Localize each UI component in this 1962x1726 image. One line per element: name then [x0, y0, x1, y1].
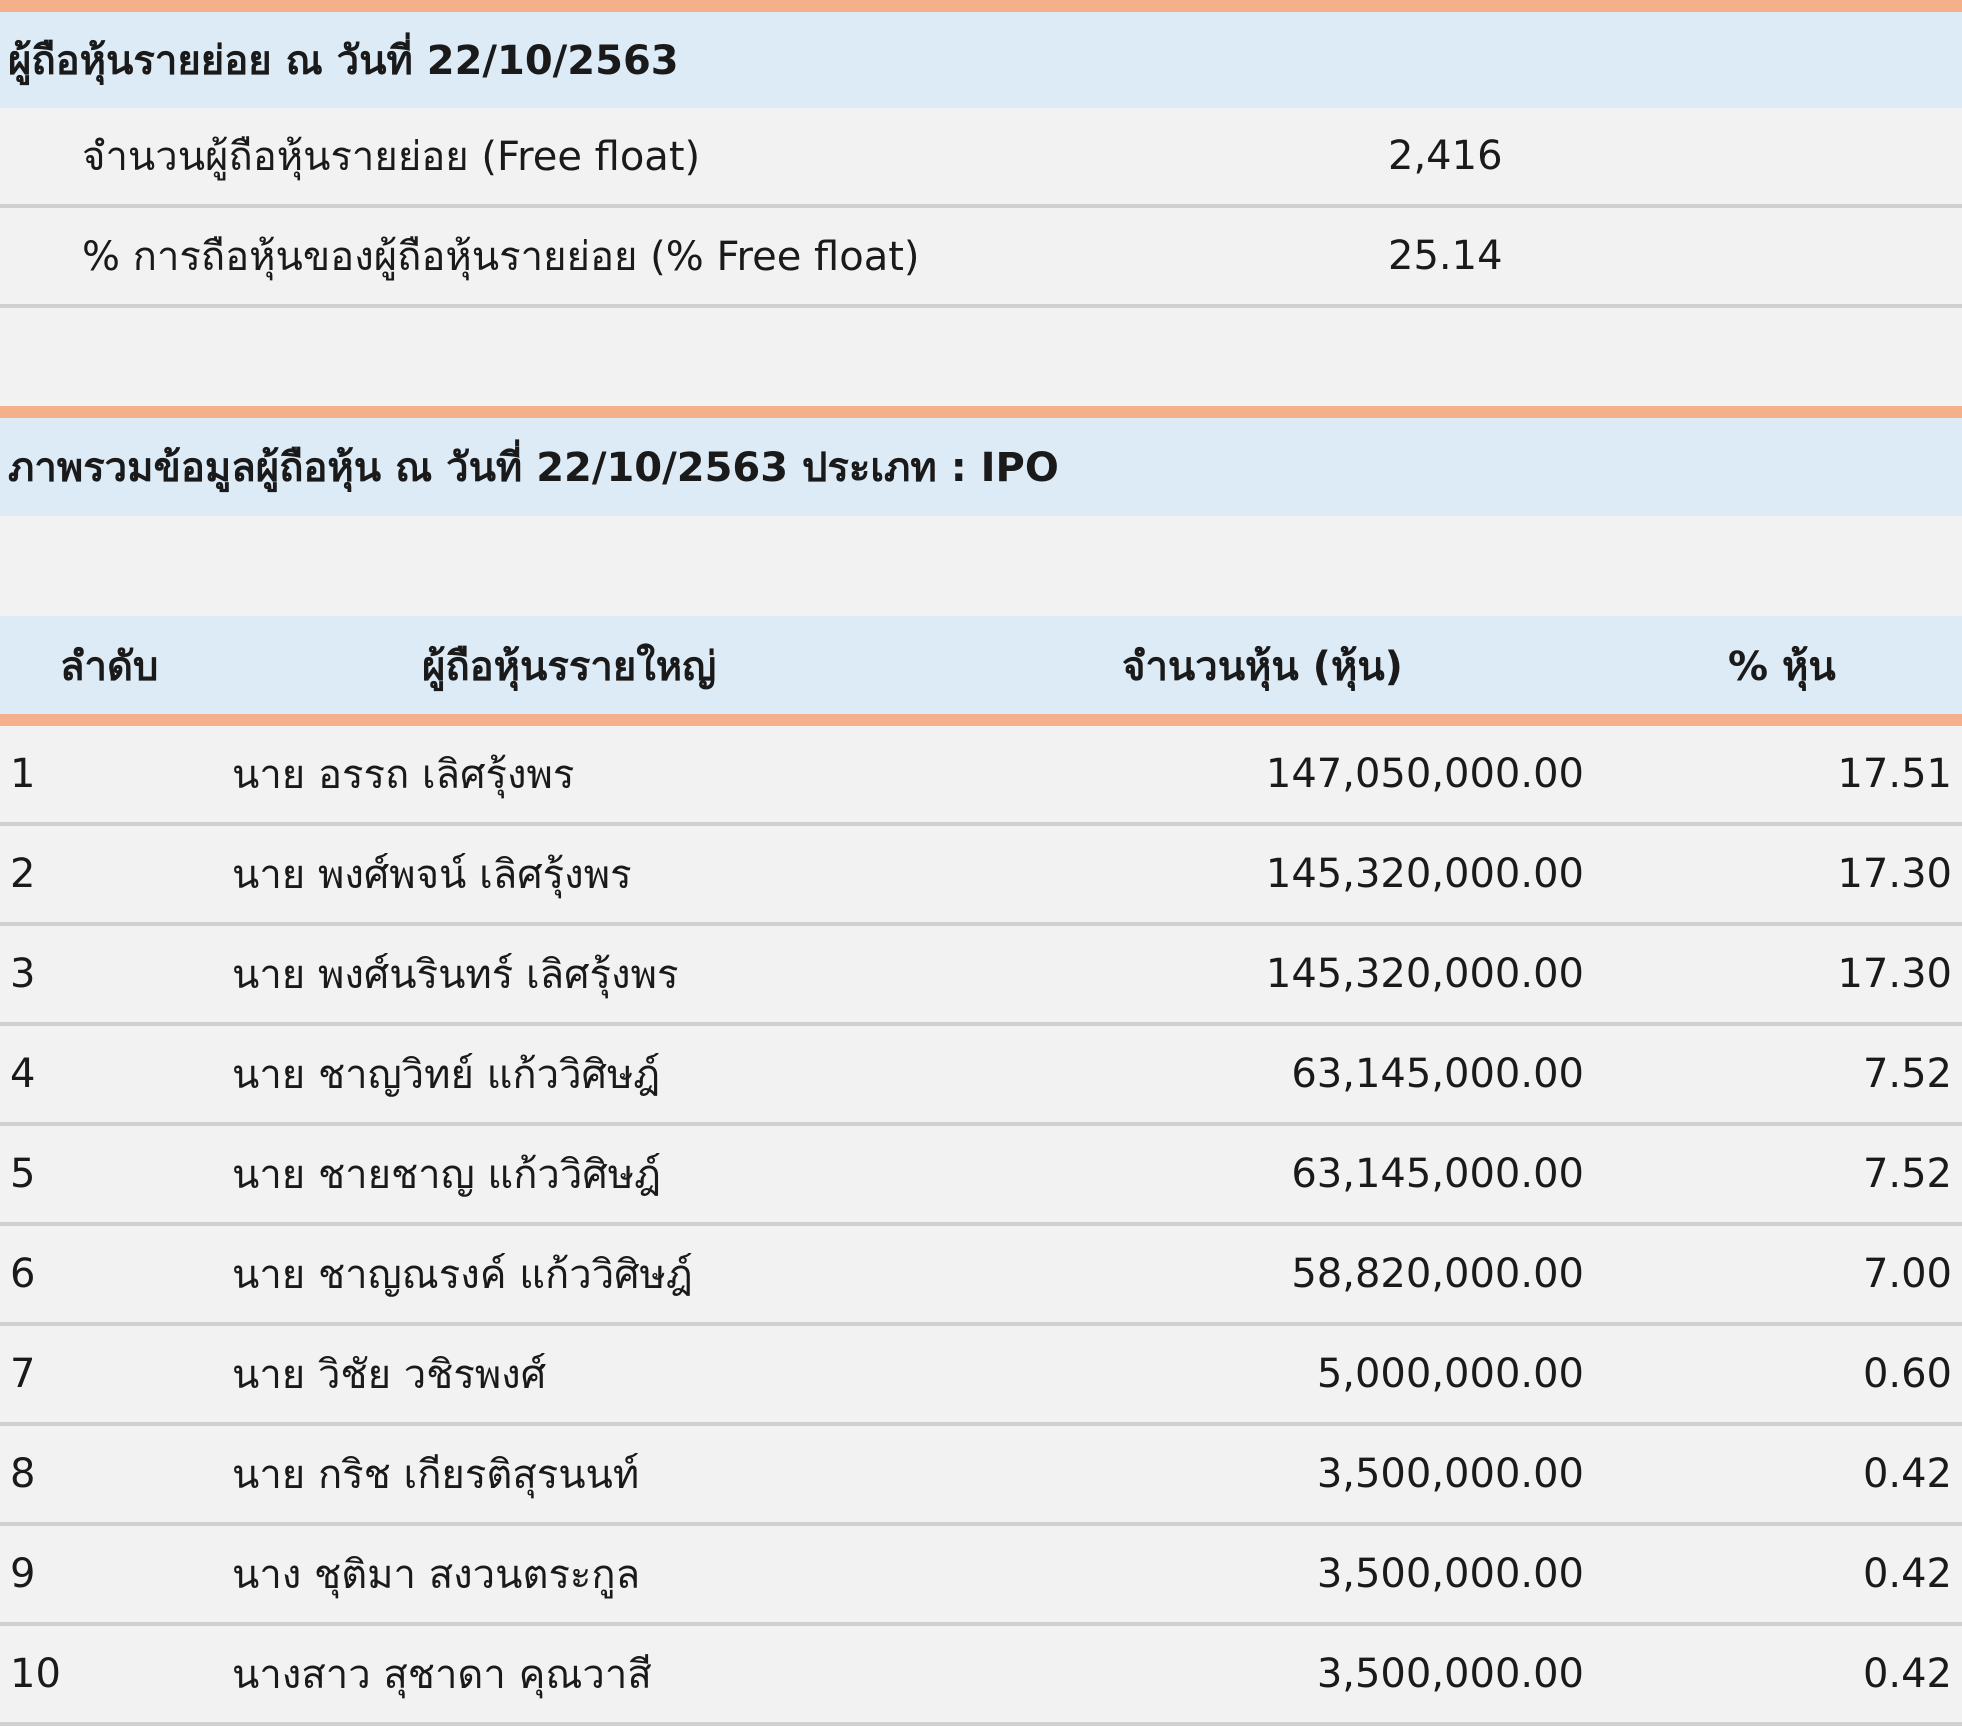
free-float-percent-row: % การถือหุ้นของผู้ถือหุ้นรายย่อย (% Free… [0, 208, 1962, 308]
row-rank: 9 [10, 1551, 36, 1597]
row-shareholder-name: นาย อรรถ เลิศรุ้งพร [232, 752, 575, 798]
header-percent: % หุ้น [1728, 644, 1836, 690]
row-rank: 4 [10, 1051, 36, 1097]
row-share-percent: 17.30 [1837, 851, 1952, 897]
free-float-percent-value: 25.14 [1388, 233, 1503, 279]
table-row: 2 นาย พงศ์พจน์ เลิศรุ้งพร 145,320,000.00 17… [0, 826, 1962, 926]
free-float-count-label: จำนวนผู้ถือหุ้นรายย่อย (Free float) [82, 134, 701, 180]
row-rank: 7 [10, 1351, 36, 1397]
row-shareholder-name: นาย ชาญวิทย์ แก้ววิศิษฎ์ [232, 1052, 661, 1098]
row-shareholder-name: นาย พงศ์พจน์ เลิศรุ้งพร [232, 852, 632, 898]
row-rank: 10 [10, 1651, 61, 1697]
row-shareholder-name: นาย ชาญณรงค์ แก้ววิศิษฎ์ [232, 1252, 693, 1298]
row-share-count: 63,145,000.00 [1291, 1051, 1584, 1097]
row-share-percent: 7.00 [1862, 1251, 1952, 1297]
row-share-count: 63,145,000.00 [1291, 1151, 1584, 1197]
table-header-accent-line [0, 714, 1962, 726]
table-row: 6 นาย ชาญณรงค์ แก้ววิศิษฎ์ 58,820,000.00 7.… [0, 1226, 1962, 1326]
row-share-count: 5,000,000.00 [1316, 1351, 1584, 1397]
table-row: 1 นาย อรรถ เลิศรุ้งพร 147,050,000.00 17.51 [0, 726, 1962, 826]
row-share-count: 147,050,000.00 [1265, 751, 1584, 797]
shareholder-table-header: ลำดับ ผู้ถือหุ้นรรายใหญ่ จำนวนหุ้น (หุ้น… [0, 616, 1962, 716]
header-rank: ลำดับ [60, 644, 159, 690]
row-share-percent: 17.30 [1837, 951, 1952, 997]
row-share-percent: 0.42 [1862, 1651, 1952, 1697]
row-rank: 3 [10, 951, 36, 997]
shareholder-table-body: 1 นาย อรรถ เลิศรุ้งพร 147,050,000.00 17.51 2… [0, 726, 1962, 1726]
row-share-percent: 7.52 [1862, 1051, 1952, 1097]
row-shareholder-name: นาย พงศ์นรินทร์ เลิศรุ้งพร [232, 952, 679, 998]
row-share-percent: 7.52 [1862, 1151, 1952, 1197]
row-shareholder-name: นางสาว สุชาดา คุณวาสี [232, 1652, 652, 1698]
row-rank: 5 [10, 1151, 36, 1197]
row-share-count: 3,500,000.00 [1316, 1651, 1584, 1697]
row-shareholder-name: นาย ชายชาญ แก้ววิศิษฎ์ [232, 1152, 661, 1198]
top-accent-line [0, 0, 1962, 12]
free-float-count-row: จำนวนผู้ถือหุ้นรายย่อย (Free float) 2,41… [0, 108, 1962, 208]
row-share-percent: 0.60 [1862, 1351, 1952, 1397]
header-shares: จำนวนหุ้น (หุ้น) [1122, 644, 1403, 690]
row-share-percent: 0.42 [1862, 1451, 1952, 1497]
row-share-count: 58,820,000.00 [1291, 1251, 1584, 1297]
row-rank: 1 [10, 751, 36, 797]
header-name: ผู้ถือหุ้นรรายใหญ่ [422, 644, 717, 690]
table-row: 5 นาย ชายชาญ แก้ววิศิษฎ์ 63,145,000.00 7.52 [0, 1126, 1962, 1226]
row-rank: 6 [10, 1251, 36, 1297]
row-share-count: 3,500,000.00 [1316, 1551, 1584, 1597]
row-share-percent: 0.42 [1862, 1551, 1952, 1597]
row-share-count: 145,320,000.00 [1265, 951, 1584, 997]
table-row: 9 นาง ชุติมา สงวนตระกูล 3,500,000.00 0.42 [0, 1526, 1962, 1626]
overview-accent-line [0, 406, 1962, 418]
row-rank: 2 [10, 851, 36, 897]
table-row: 10 นางสาว สุชาดา คุณวาสี 3,500,000.00 0.42 [0, 1626, 1962, 1726]
table-row: 4 นาย ชาญวิทย์ แก้ววิศิษฎ์ 63,145,000.00 7.… [0, 1026, 1962, 1126]
row-share-count: 3,500,000.00 [1316, 1451, 1584, 1497]
overview-title: ภาพรวมข้อมูลผู้ถือหุ้น ณ วันที่ 22/10/25… [0, 418, 1962, 516]
row-share-count: 145,320,000.00 [1265, 851, 1584, 897]
free-float-count-value: 2,416 [1388, 133, 1503, 179]
table-row: 8 นาย กริช เกียรติสุรนนท์ 3,500,000.00 0.42 [0, 1426, 1962, 1526]
row-shareholder-name: นาย กริช เกียรติสุรนนท์ [232, 1452, 640, 1498]
free-float-title: ผู้ถือหุ้นรายย่อย ณ วันที่ 22/10/2563 [0, 12, 1962, 108]
row-shareholder-name: นาย วิชัย วชิรพงศ์ [232, 1352, 547, 1398]
table-row: 7 นาย วิชัย วชิรพงศ์ 5,000,000.00 0.60 [0, 1326, 1962, 1426]
row-rank: 8 [10, 1451, 36, 1497]
row-share-percent: 17.51 [1837, 751, 1952, 797]
free-float-percent-label: % การถือหุ้นของผู้ถือหุ้นรายย่อย (% Free… [82, 234, 920, 280]
row-shareholder-name: นาง ชุติมา สงวนตระกูล [232, 1552, 641, 1598]
table-row: 3 นาย พงศ์นรินทร์ เลิศรุ้งพร 145,320,000.0… [0, 926, 1962, 1026]
